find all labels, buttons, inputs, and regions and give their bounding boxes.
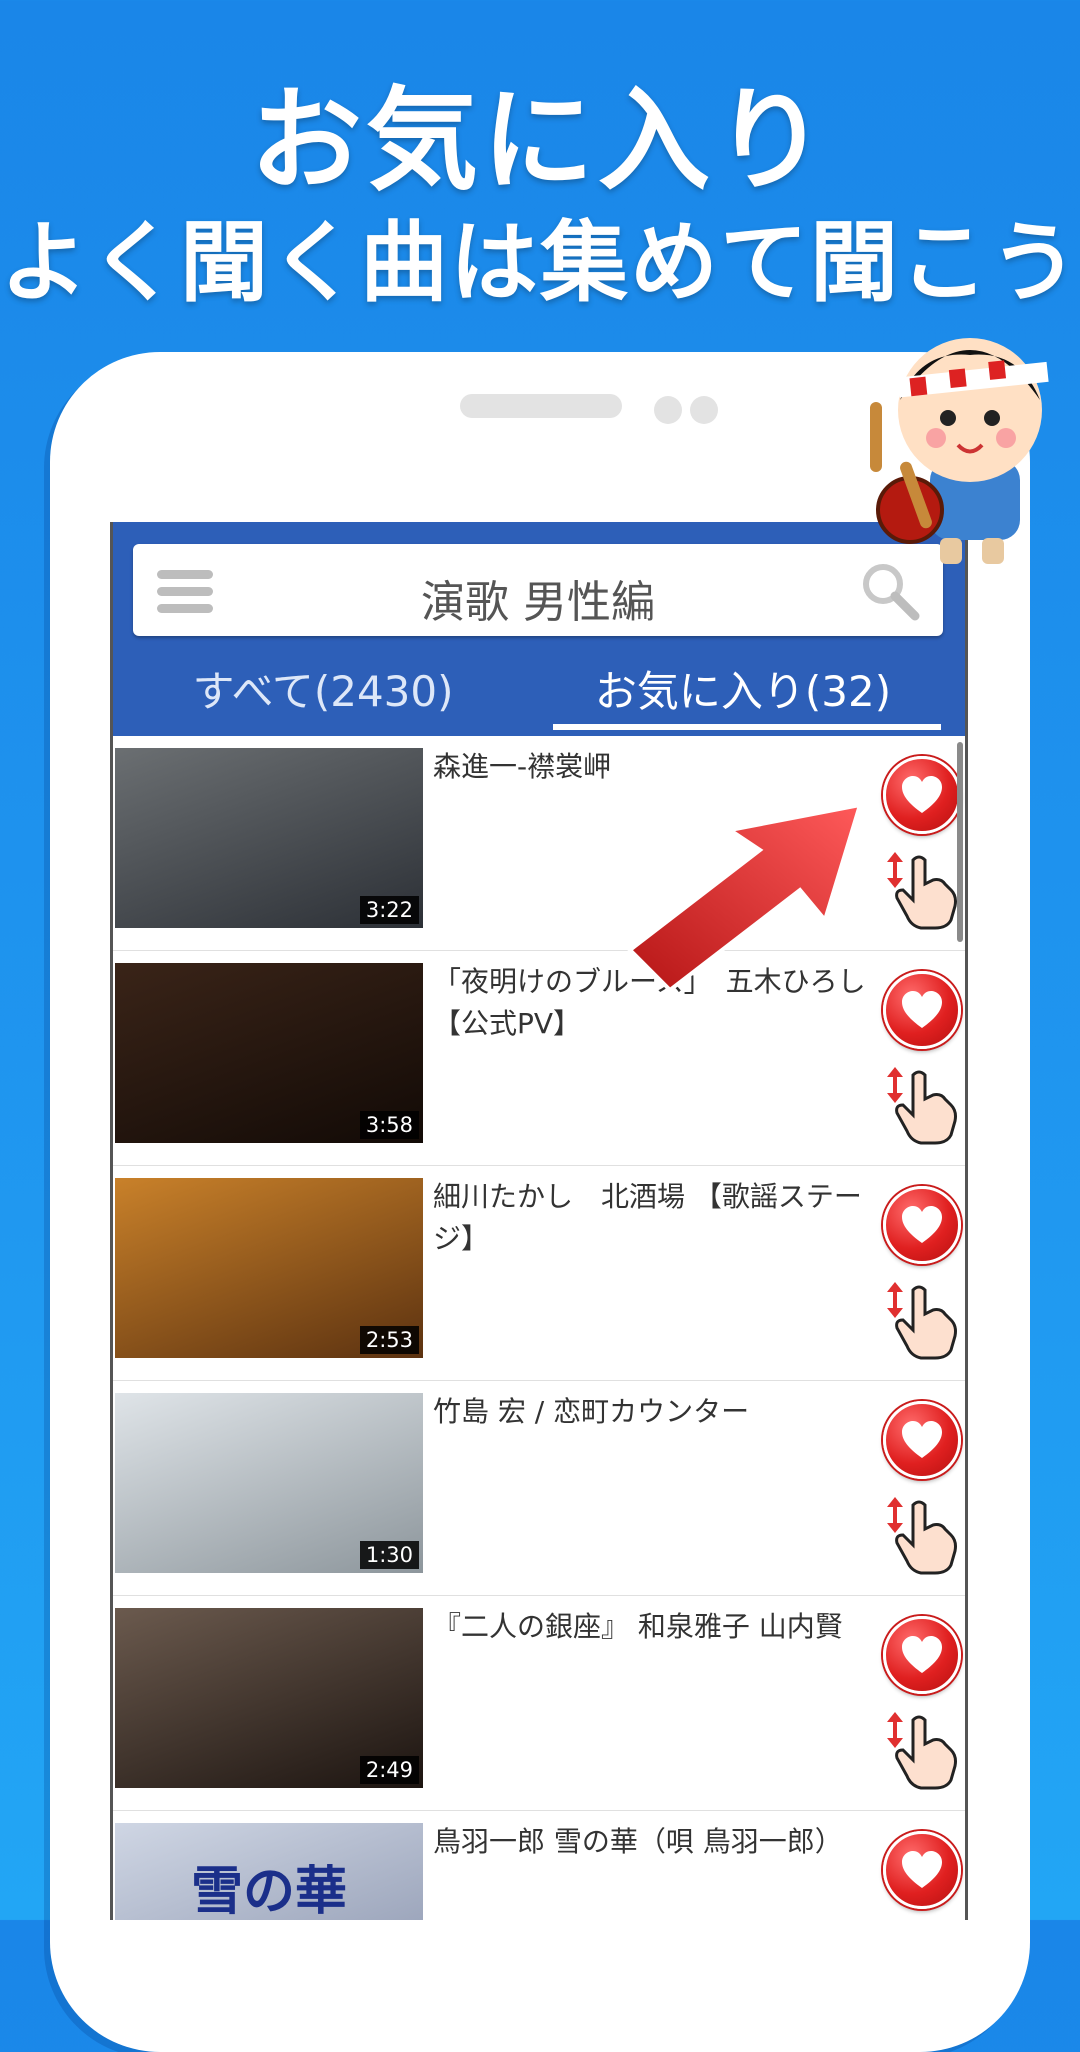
video-duration: 2:49 <box>359 1756 419 1784</box>
favorite-heart-button[interactable] <box>883 1186 961 1264</box>
phone-sensor <box>690 396 718 424</box>
drag-hand-icon[interactable] <box>883 850 963 930</box>
phone-speaker <box>460 394 622 418</box>
video-title[interactable]: 竹島 宏 / 恋町カウンター <box>433 1391 873 1433</box>
mascot-illustration <box>870 310 1070 570</box>
phone-camera <box>654 396 682 424</box>
app-bar: 演歌 男性編 すべて(2430) お気に入り(32) <box>113 522 965 736</box>
list-item[interactable]: 2:53 細川たかし 北酒場 【歌謡ステージ】 <box>113 1166 965 1381</box>
favorite-heart-button[interactable] <box>883 1831 961 1909</box>
promo-title: お気に入り <box>250 76 830 206</box>
pointer-arrow <box>610 790 880 993</box>
video-duration: 1:30 <box>359 1541 419 1569</box>
list-item[interactable]: 1:30 竹島 宏 / 恋町カウンター <box>113 1381 965 1596</box>
favorite-heart-button[interactable] <box>883 971 961 1049</box>
video-thumbnail[interactable]: 2:49 <box>115 1608 423 1788</box>
drag-hand-icon[interactable] <box>883 1710 963 1790</box>
thumbnail-caption: 雪の華 <box>190 1861 347 1920</box>
tab-indicator <box>553 724 941 730</box>
page-title: 演歌 男性編 <box>421 577 655 628</box>
drag-hand-icon[interactable] <box>883 1495 963 1575</box>
search-bar: 演歌 男性編 <box>133 544 943 636</box>
favorite-heart-button[interactable] <box>883 1401 961 1479</box>
video-duration: 2:53 <box>359 1326 419 1354</box>
video-duration: 3:58 <box>359 1111 419 1139</box>
list-item[interactable]: 雪の華(鳥羽一郎)鳥羽一郎 雪の華（唄 鳥羽一郎） <box>113 1811 965 1920</box>
favorite-heart-button[interactable] <box>883 756 961 834</box>
video-title[interactable]: 鳥羽一郎 雪の華（唄 鳥羽一郎） <box>433 1821 873 1863</box>
video-thumbnail[interactable]: 3:58 <box>115 963 423 1143</box>
list-item[interactable]: 2:49 『二人の銀座』 和泉雅子 山内賢 <box>113 1596 965 1811</box>
video-thumbnail[interactable]: 1:30 <box>115 1393 423 1573</box>
video-title[interactable]: 森進一-襟裳岬 <box>433 746 873 788</box>
video-thumbnail[interactable]: 3:22 <box>115 748 423 928</box>
video-title[interactable]: 細川たかし 北酒場 【歌謡ステージ】 <box>433 1176 873 1260</box>
favorite-heart-button[interactable] <box>883 1616 961 1694</box>
promo-subtitle: よく聞く曲は集めて聞こう <box>0 211 1080 314</box>
video-thumbnail[interactable]: 雪の華(鳥羽一郎) <box>115 1823 423 1920</box>
app-screen: 演歌 男性編 すべて(2430) お気に入り(32) 3:22 森進一-襟裳岬 3:… <box>110 522 968 1920</box>
tab-all[interactable]: すべて(2430) <box>113 658 533 728</box>
video-title[interactable]: 『二人の銀座』 和泉雅子 山内賢 <box>433 1606 873 1648</box>
video-thumbnail[interactable]: 2:53 <box>115 1178 423 1358</box>
drag-hand-icon[interactable] <box>883 1280 963 1360</box>
scrollbar[interactable] <box>957 742 963 942</box>
video-duration: 3:22 <box>359 896 419 924</box>
tab-favorites[interactable]: お気に入り(32) <box>543 658 943 728</box>
drag-hand-icon[interactable] <box>883 1065 963 1145</box>
